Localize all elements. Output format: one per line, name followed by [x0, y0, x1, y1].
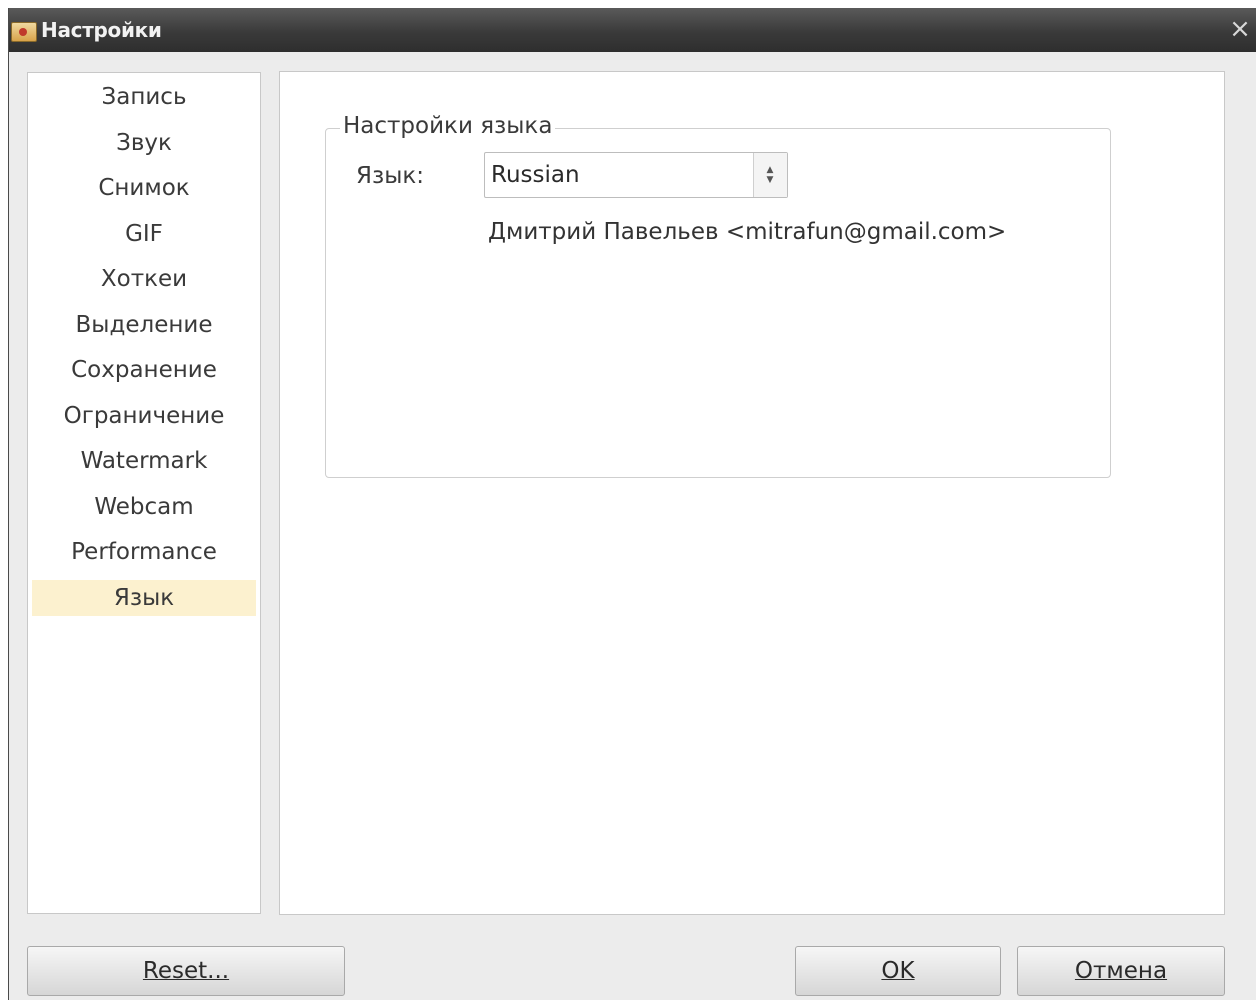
group-title: Настройки языка — [340, 112, 556, 140]
language-select-value: Russian — [491, 162, 580, 188]
app-icon — [11, 22, 37, 42]
sidebar-item-selection[interactable]: Выделение — [32, 307, 256, 343]
window-title: Настройки — [41, 18, 162, 42]
ok-button[interactable]: OK — [795, 946, 1001, 996]
arrow-up-icon: ▲ — [766, 165, 774, 175]
cancel-button[interactable]: Отмена — [1017, 946, 1225, 996]
language-label: Язык: — [356, 163, 425, 189]
sidebar-item-snapshot[interactable]: Снимок — [32, 170, 256, 206]
sidebar-item-webcam[interactable]: Webcam — [32, 489, 256, 525]
sidebar-item-gif[interactable]: GIF — [32, 216, 256, 252]
settings-dialog: Настройки × Запись Звук Снимок GIF Хотке… — [8, 8, 1256, 1000]
settings-content-panel: Настройки языка Язык: Russian ▲ ▼ Дмитри… — [279, 71, 1225, 915]
arrow-down-icon: ▼ — [766, 175, 774, 185]
translator-credit: Дмитрий Павельев <mitrafun@gmail.com> — [488, 219, 1007, 245]
reset-button[interactable]: Reset... — [27, 946, 345, 996]
sidebar-item-performance[interactable]: Performance — [32, 534, 256, 570]
reset-button-label: Reset... — [142, 958, 230, 984]
title-bar[interactable]: Настройки × — [9, 8, 1256, 52]
sidebar-item-limit[interactable]: Ограничение — [32, 398, 256, 434]
close-icon[interactable]: × — [1225, 14, 1255, 44]
settings-sidebar: Запись Звук Снимок GIF Хоткеи Выделение … — [27, 72, 261, 914]
sidebar-item-watermark[interactable]: Watermark — [32, 443, 256, 479]
cancel-button-label: Отмена — [1074, 958, 1168, 984]
sidebar-item-record[interactable]: Запись — [32, 79, 256, 115]
updown-arrows-icon[interactable]: ▲ ▼ — [753, 153, 787, 197]
sidebar-item-saving[interactable]: Сохранение — [32, 352, 256, 388]
language-select[interactable]: Russian ▲ ▼ — [484, 152, 788, 198]
ok-button-label: OK — [881, 958, 915, 984]
sidebar-item-language[interactable]: Язык — [32, 580, 256, 616]
sidebar-item-sound[interactable]: Звук — [32, 125, 256, 161]
sidebar-item-hotkeys[interactable]: Хоткеи — [32, 261, 256, 297]
